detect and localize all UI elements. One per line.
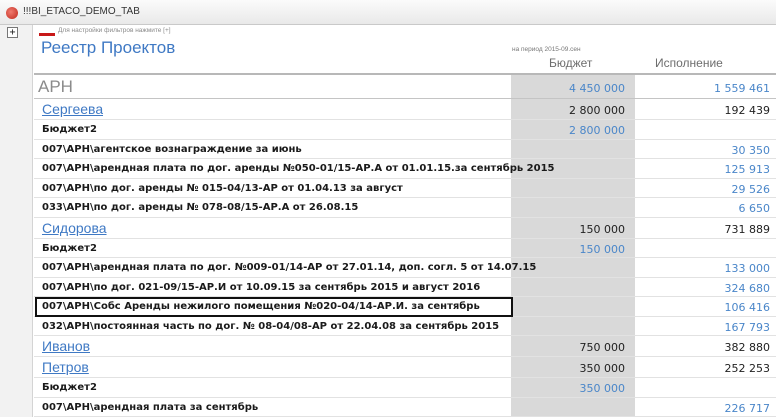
table-row[interactable]: 007\АРН\арендная плата по дог. аренды №0…: [34, 159, 776, 179]
execution-value[interactable]: 1 559 461: [636, 82, 770, 95]
execution-value[interactable]: 731 889: [636, 223, 771, 236]
app-icon: [6, 7, 18, 19]
left-gutter: [0, 25, 33, 417]
page-title: Реестр Проектов: [41, 38, 176, 57]
person-row[interactable]: Петров 350 000 252 253: [34, 357, 776, 378]
budget-value[interactable]: 350 000: [512, 382, 626, 395]
row-label: 033\АРН\по дог. аренды № 078-08/15-АР.А …: [42, 202, 359, 213]
row-label: 007\АРН\арендная плата за сентябрь: [42, 401, 259, 413]
table-row[interactable]: Бюджет2 2 800 000: [34, 120, 776, 140]
tab-title[interactable]: !!!BI_ETACO_DEMO_TAB: [23, 6, 140, 17]
row-label: 007\АРН\агентское вознаграждение за июнь: [42, 143, 302, 155]
table-row[interactable]: 007\АРН\по дог. аренды № 015-04/13-АР от…: [34, 179, 776, 198]
execution-value[interactable]: 252 253: [636, 362, 771, 375]
execution-value[interactable]: 125 913: [636, 163, 771, 176]
person-link[interactable]: Иванов: [42, 338, 90, 354]
filter-hint: Для настройки фильтров нажмите [+]: [58, 27, 171, 34]
budget-value[interactable]: 2 800 000: [512, 124, 625, 137]
table-row[interactable]: 032\АРН\постоянная часть по дог. № 08-04…: [34, 317, 776, 336]
row-label: 032\АРН\постоянная часть по дог. № 08-04…: [42, 320, 500, 332]
execution-value[interactable]: 30 350: [636, 144, 771, 157]
execution-value[interactable]: 167 793: [636, 321, 771, 334]
column-header-execution[interactable]: Исполнение: [655, 56, 723, 70]
row-label: Бюджет2: [42, 124, 97, 135]
person-link[interactable]: Сидорова: [42, 220, 107, 236]
table-row[interactable]: 033\АРН\по дог. аренды № 078-08/15-АР.А …: [34, 198, 776, 218]
budget-value[interactable]: 2 800 000: [512, 104, 625, 117]
person-row[interactable]: Сидорова 150 000 731 889: [34, 218, 776, 239]
table-row[interactable]: Бюджет2 150 000: [34, 239, 776, 258]
person-link[interactable]: Сергеева: [42, 101, 103, 117]
row-label: Бюджет2: [42, 382, 97, 393]
person-link[interactable]: Петров: [42, 359, 89, 375]
expand-filter-button[interactable]: +: [7, 27, 18, 38]
execution-value[interactable]: 382 880: [636, 341, 771, 354]
period-label: на период 2015-09.сен: [512, 46, 581, 53]
table-row[interactable]: 007\АРН\по дог. 021-09/15-АР.И от 10.09.…: [34, 278, 776, 297]
execution-value[interactable]: 29 526: [636, 183, 771, 196]
execution-value[interactable]: 226 717: [636, 402, 771, 415]
execution-value[interactable]: 324 680: [636, 282, 771, 295]
person-row[interactable]: Иванов 750 000 382 880: [34, 336, 776, 357]
table-row[interactable]: 007\АРН\арендная плата по дог. №009-01/1…: [34, 258, 776, 278]
execution-value[interactable]: 106 416: [636, 301, 771, 314]
row-label: Бюджет2: [42, 242, 97, 254]
budget-value[interactable]: 350 000: [512, 362, 626, 375]
selected-cell-highlight: [35, 297, 513, 317]
tab-bar: !!!BI_ETACO_DEMO_TAB: [0, 0, 776, 25]
budget-value[interactable]: 150 000: [512, 243, 626, 256]
table-row[interactable]: Бюджет2 350 000: [34, 378, 776, 398]
budget-value[interactable]: 750 000: [512, 341, 626, 354]
execution-value[interactable]: 6 650: [636, 202, 771, 215]
row-label: 007\АРН\по дог. 021-09/15-АР.И от 10.09.…: [42, 281, 481, 293]
column-header-budget[interactable]: Бюджет: [549, 56, 592, 70]
row-label: 007\АРН\по дог. аренды № 015-04/13-АР от…: [42, 182, 403, 194]
row-label: АРН: [38, 77, 73, 96]
table-row[interactable]: 007\АРН\агентское вознаграждение за июнь…: [34, 140, 776, 159]
execution-value[interactable]: 133 000: [636, 262, 771, 275]
budget-value[interactable]: 4 450 000: [512, 82, 625, 95]
budget-value[interactable]: 150 000: [512, 223, 626, 236]
table-row[interactable]: 007\АРН\арендная плата за сентябрь 226 71…: [34, 398, 776, 417]
person-row[interactable]: Сергеева 2 800 000 192 439: [34, 99, 776, 120]
arrow-left-icon: [39, 33, 55, 36]
execution-value[interactable]: 192 439: [636, 104, 771, 117]
row-label: 007\АРН\арендная плата по дог. №009-01/1…: [42, 262, 537, 273]
report-table: АРН 4 450 000 1 559 461 Сергеева 2 800 000 19…: [34, 75, 776, 417]
group-row[interactable]: АРН 4 450 000 1 559 461: [34, 75, 776, 99]
row-label: 007\АРН\арендная плата по дог. аренды №0…: [42, 163, 555, 174]
